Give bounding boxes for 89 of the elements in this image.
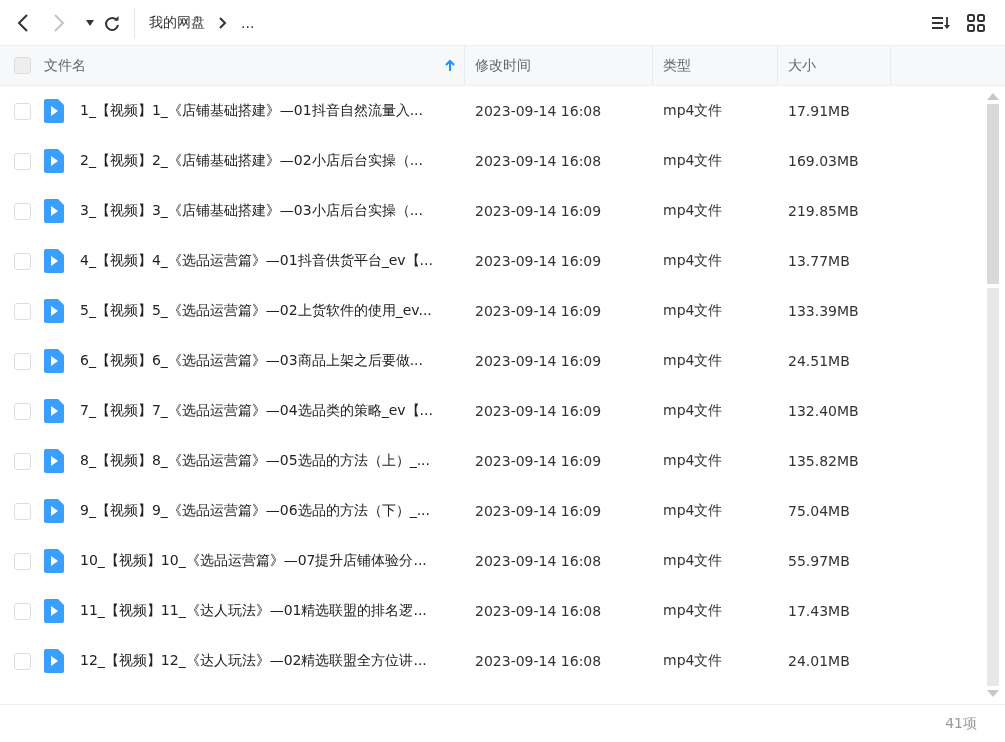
modified-time: 2023-09-14 16:09 (475, 453, 602, 469)
file-size: 24.51MB (788, 353, 850, 369)
row-checkbox[interactable] (13, 552, 31, 570)
video-file-icon (44, 599, 64, 623)
video-file-icon (44, 199, 64, 223)
file-type: mp4文件 (663, 402, 723, 420)
modified-time: 2023-09-14 16:08 (475, 603, 602, 619)
modified-time: 2023-09-14 16:09 (475, 203, 602, 219)
modified-time: 2023-09-14 16:09 (475, 503, 602, 519)
file-name[interactable]: 11_【视频】11_《达人玩法》—01精选联盟的排名逻... (80, 602, 427, 620)
file-size: 17.91MB (788, 103, 850, 119)
file-size: 169.03MB (788, 153, 859, 169)
row-checkbox[interactable] (13, 152, 31, 170)
breadcrumb-link[interactable]: ... (241, 14, 255, 31)
column-header[interactable]: 修改时间 (475, 56, 531, 75)
grid-view-icon[interactable] (967, 13, 985, 32)
video-file-icon (44, 349, 64, 373)
file-size: 75.04MB (788, 503, 850, 519)
column-header[interactable]: 文件名 (44, 56, 86, 75)
file-name[interactable]: 12_【视频】12_《达人玩法》—02精选联盟全方位讲... (80, 652, 427, 670)
file-size: 55.97MB (788, 553, 850, 569)
file-name[interactable]: 9_【视频】9_《选品运营篇》—06选品的方法（下）_... (80, 502, 430, 520)
file-name[interactable]: 3_【视频】3_《店铺基础搭建》—03小店后台实操（... (80, 202, 423, 220)
video-file-icon (44, 449, 64, 473)
file-name[interactable]: 6_【视频】6_《选品运营篇》—03商品上架之后要做... (80, 352, 423, 370)
file-type: mp4文件 (663, 502, 723, 520)
modified-time: 2023-09-14 16:09 (475, 303, 602, 319)
video-file-icon (44, 549, 64, 573)
row-checkbox[interactable] (13, 652, 31, 670)
file-type: mp4文件 (663, 302, 723, 320)
row-checkbox[interactable] (13, 202, 31, 220)
video-file-icon (44, 499, 64, 523)
row-checkbox[interactable] (13, 452, 31, 470)
file-type: mp4文件 (663, 652, 723, 670)
file-size: 17.43MB (788, 603, 850, 619)
file-type: mp4文件 (663, 552, 723, 570)
file-size: 132.40MB (788, 403, 859, 419)
file-name[interactable]: 5_【视频】5_《选品运营篇》—02上货软件的使用_ev... (80, 302, 432, 320)
sort-arrow-icon[interactable] (444, 57, 456, 74)
file-type: mp4文件 (663, 602, 723, 620)
column-header[interactable]: 类型 (663, 56, 691, 75)
video-file-icon (44, 649, 64, 673)
row-checkbox[interactable] (13, 502, 31, 520)
modified-time: 2023-09-14 16:08 (475, 553, 602, 569)
row-checkbox[interactable] (13, 252, 31, 270)
file-name[interactable]: 4_【视频】4_《选品运营篇》—01抖音供货平台_ev【... (80, 252, 433, 270)
file-type: mp4文件 (663, 152, 723, 170)
file-size: 133.39MB (788, 303, 859, 319)
file-size: 13.77MB (788, 253, 850, 269)
file-type: mp4文件 (663, 252, 723, 270)
video-file-icon (44, 249, 64, 273)
modified-time: 2023-09-14 16:09 (475, 403, 602, 419)
file-type: mp4文件 (663, 102, 723, 120)
file-size: 219.85MB (788, 203, 859, 219)
select-all-checkbox[interactable] (13, 57, 31, 74)
scroll-up-arrow-icon[interactable] (987, 92, 999, 100)
chevron-icon (219, 16, 227, 29)
column-header[interactable]: 大小 (788, 56, 816, 75)
video-file-icon (44, 99, 64, 123)
video-file-icon (44, 399, 64, 423)
file-name[interactable]: 7_【视频】7_《选品运营篇》—04选品类的策略_ev【... (80, 402, 433, 420)
modified-time: 2023-09-14 16:08 (475, 653, 602, 669)
modified-time: 2023-09-14 16:08 (475, 153, 602, 169)
breadcrumb-link[interactable]: 我的网盘 (149, 13, 205, 32)
video-file-icon (44, 149, 64, 173)
file-size: 135.82MB (788, 453, 859, 469)
file-type: mp4文件 (663, 352, 723, 370)
file-name[interactable]: 8_【视频】8_《选品运营篇》—05选品的方法（上）_... (80, 452, 430, 470)
caret-icon[interactable] (86, 19, 94, 26)
item-count: 41项 (945, 714, 977, 733)
refresh-icon[interactable] (104, 14, 120, 31)
row-checkbox[interactable] (13, 602, 31, 620)
row-checkbox[interactable] (13, 402, 31, 420)
row-checkbox[interactable] (13, 352, 31, 370)
row-checkbox[interactable] (13, 102, 31, 120)
file-name[interactable]: 10_【视频】10_《选品运营篇》—07提升店铺体验分... (80, 552, 427, 570)
scroll-down-arrow-icon[interactable] (987, 690, 999, 698)
row-checkbox[interactable] (13, 302, 31, 320)
file-type: mp4文件 (663, 452, 723, 470)
modified-time: 2023-09-14 16:08 (475, 103, 602, 119)
video-file-icon (44, 299, 64, 323)
scrollbar-thumb[interactable] (987, 104, 999, 284)
file-name[interactable]: 1_【视频】1_《店铺基础搭建》—01抖音自然流量入... (80, 102, 423, 120)
file-size: 24.01MB (788, 653, 850, 669)
modified-time: 2023-09-14 16:09 (475, 353, 602, 369)
modified-time: 2023-09-14 16:09 (475, 253, 602, 269)
file-name[interactable]: 2_【视频】2_《店铺基础搭建》—02小店后台实操（... (80, 152, 423, 170)
file-type: mp4文件 (663, 202, 723, 220)
sort-list-icon[interactable] (931, 14, 951, 31)
